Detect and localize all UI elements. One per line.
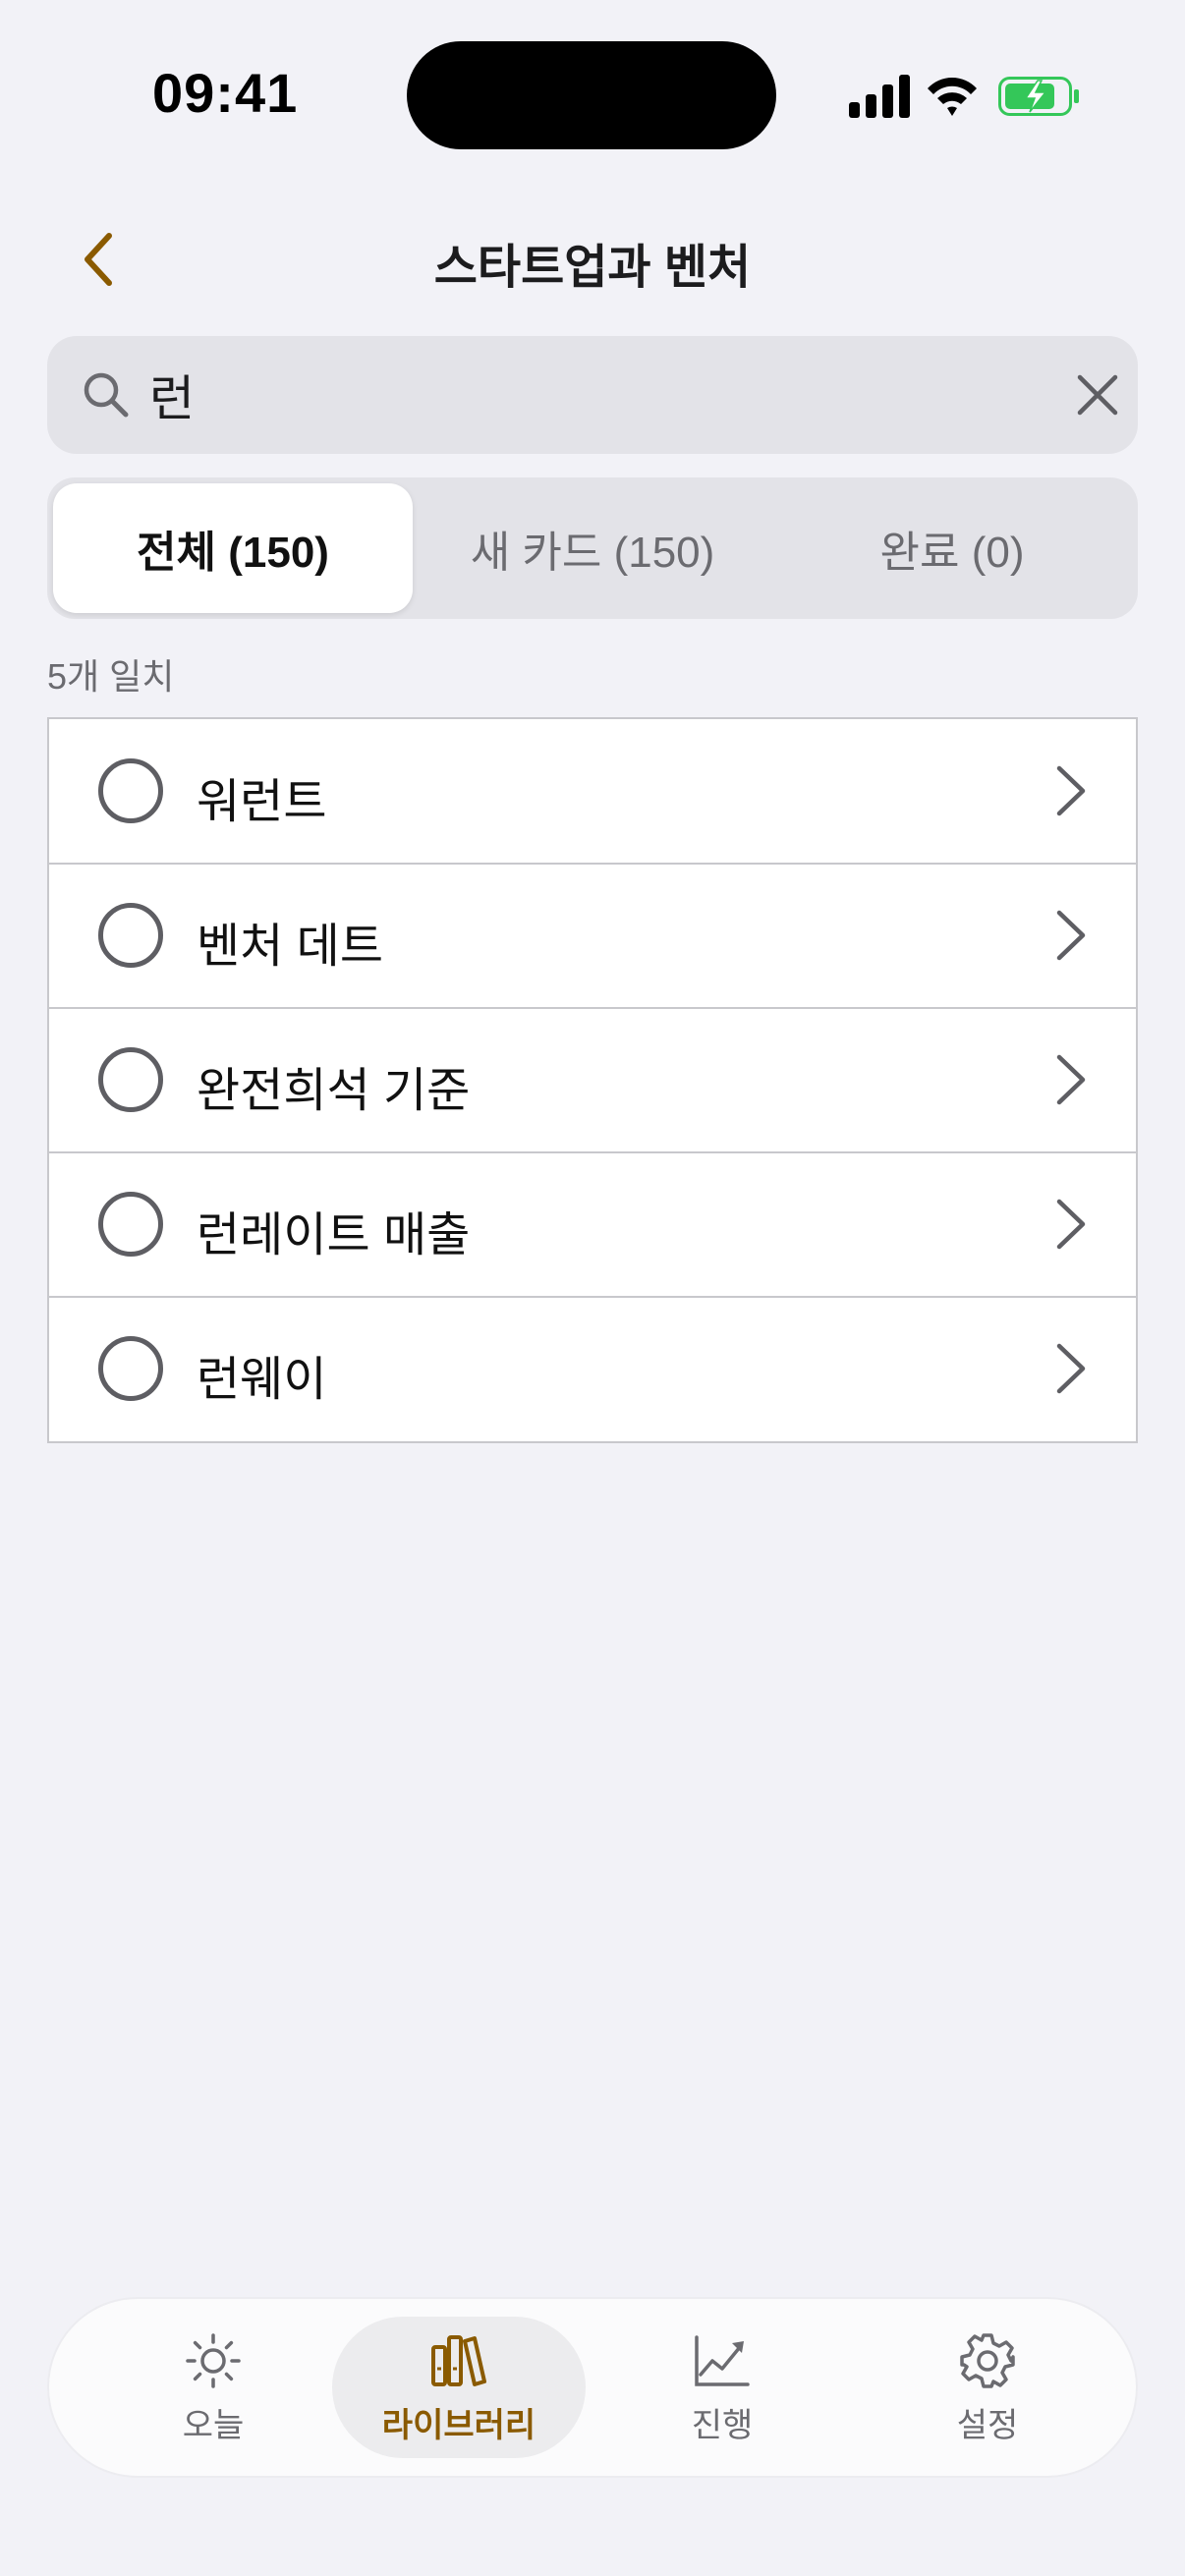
chevron-right-icon [1056,1343,1086,1394]
card-list: 워런트 벤처 데트 완전희석 기준 런레이트 매출 런웨이 [47,717,1138,1443]
screen: 09:41 스타트업과 벤처 런 전체 (150) 새 카드 (150) 완료 … [0,0,1185,2576]
filter-segmented-control: 전체 (150) 새 카드 (150) 완료 (0) [47,477,1138,619]
tab-label: 오늘 [182,2406,245,2444]
battery-charging-icon [998,77,1079,116]
search-input[interactable] [149,356,1034,434]
radio-circle-icon[interactable] [98,758,163,823]
chevron-right-icon [1056,1054,1086,1105]
page-title: 스타트업과 벤처 [433,242,752,294]
tab-today[interactable]: 오늘 [86,2317,340,2458]
list-item-label: 워런트 [197,776,327,828]
gear-icon [960,2332,1015,2388]
segment-all[interactable]: 전체 (150) [53,483,413,613]
chart-line-icon [695,2334,750,2386]
tab-label: 설정 [956,2406,1019,2444]
match-count: 5개 일치 [47,656,175,697]
segment-new-cards[interactable]: 새 카드 (150) [413,483,772,613]
chevron-right-icon [1056,1199,1086,1250]
radio-circle-icon[interactable] [98,903,163,968]
status-time: 09:41 [152,62,299,124]
status-bar: 09:41 [0,0,1185,177]
tab-bar: 오늘 라이브러리 진행 설정 [49,2299,1136,2476]
sun-icon [186,2332,241,2388]
clear-search-icon[interactable] [1075,372,1120,418]
radio-circle-icon[interactable] [98,1192,163,1257]
list-item[interactable]: 런웨이 [49,1296,1136,1441]
tab-library[interactable]: 라이브러리 [332,2317,586,2458]
cellular-signal-icon [849,75,910,118]
list-item-label: 런웨이 [197,1354,327,1406]
chevron-right-icon [1056,765,1086,816]
list-item[interactable]: 워런트 [49,719,1136,864]
radio-circle-icon[interactable] [98,1047,163,1112]
list-item[interactable]: 런레이트 매출 [49,1151,1136,1297]
list-item-label: 완전희석 기준 [197,1065,471,1117]
segment-completed[interactable]: 완료 (0) [772,483,1132,613]
radio-circle-icon[interactable] [98,1336,163,1401]
wifi-icon [928,78,977,116]
dynamic-island [407,41,776,149]
status-icons [849,75,1079,118]
tab-label: 라이브러리 [381,2406,536,2444]
tab-progress[interactable]: 진행 [595,2317,849,2458]
list-item-label: 벤처 데트 [197,921,383,973]
chevron-right-icon [1056,910,1086,961]
list-item-label: 런레이트 매출 [197,1209,471,1261]
list-item[interactable]: 완전희석 기준 [49,1007,1136,1152]
search-bar[interactable] [47,336,1138,454]
books-icon [431,2334,486,2386]
tab-label: 진행 [691,2406,754,2444]
tab-settings[interactable]: 설정 [861,2317,1114,2458]
search-icon [84,372,129,418]
list-item[interactable]: 벤처 데트 [49,863,1136,1008]
